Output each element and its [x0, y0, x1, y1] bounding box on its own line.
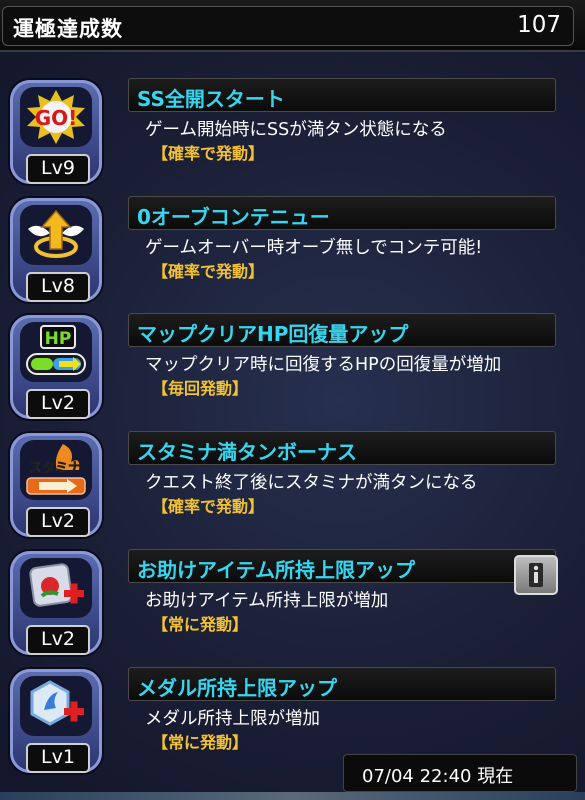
ability-trigger: 【確率で発動】	[152, 144, 265, 163]
ability-icon-frame: Lv2	[10, 551, 102, 655]
level-badge: Lv2	[26, 625, 90, 655]
ability-title-bar: スタミナ満タンボーナス	[128, 431, 556, 465]
ability-title-bar: 0オーブコンテニュー	[128, 196, 556, 230]
svg-text:HP: HP	[45, 329, 72, 349]
svg-text:GO!: GO!	[35, 106, 78, 130]
header-bar: 運極達成数 107	[0, 0, 585, 52]
go-icon: GO!	[20, 87, 92, 147]
header-box: 運極達成数 107	[2, 6, 574, 46]
ability-description: ゲームオーバー時オーブ無しでコンテ可能!	[145, 238, 483, 258]
hp-gauge-icon: HP	[20, 322, 92, 382]
ability-description: クエスト終了後にスタミナが満タンになる	[145, 473, 478, 493]
ability-item[interactable]: Lv8 0オーブコンテニュー ゲームオーバー時オーブ無しでコンテ可能! 【確率で…	[0, 196, 585, 314]
ability-item[interactable]: HP Lv2 マップクリアHP回復量アップ マップクリア時に回復するHPの回復量…	[0, 313, 585, 431]
ability-title: メダル所持上限アップ	[137, 676, 337, 700]
stamina-icon: スタミナ	[20, 440, 92, 500]
ability-trigger: 【常に発動】	[152, 615, 249, 634]
item-plus-icon	[20, 558, 92, 618]
header-count: 107	[517, 12, 561, 38]
ability-title: SS全開スタート	[137, 87, 285, 111]
header-title: 運極達成数	[13, 17, 123, 41]
winged-arrow-icon	[20, 205, 92, 265]
ability-title-bar: SS全開スタート	[128, 78, 556, 112]
ability-description: お助けアイテム所持上限が増加	[145, 591, 389, 611]
level-badge: Lv2	[26, 507, 90, 537]
level-badge: Lv1	[26, 743, 90, 773]
ability-title: スタミナ満タンボーナス	[137, 440, 357, 464]
ability-icon-frame: スタミナ Lv2	[10, 433, 102, 537]
ability-icon-frame: HP Lv2	[10, 315, 102, 419]
ability-description: マップクリア時に回復するHPの回復量が増加	[145, 355, 502, 375]
bottom-decoration	[0, 792, 585, 800]
ability-title-bar: マップクリアHP回復量アップ	[128, 313, 556, 347]
ability-trigger: 【確率で発動】	[152, 497, 265, 516]
ability-description: メダル所持上限が増加	[145, 709, 320, 729]
timestamp-box: 07/04 22:40 現在	[343, 754, 577, 792]
ability-icon-frame: Lv1	[10, 669, 102, 773]
ability-icon-frame: Lv8	[10, 198, 102, 302]
ability-trigger: 【確率で発動】	[152, 262, 265, 281]
ability-item[interactable]: スタミナ Lv2 スタミナ満タンボーナス クエスト終了後にスタミナが満タンになる…	[0, 431, 585, 549]
medal-plus-icon	[20, 676, 92, 736]
timestamp-text: 07/04 22:40 現在	[362, 766, 514, 787]
ability-item[interactable]: Lv2 お助けアイテム所持上限アップ お助けアイテム所持上限が増加 【常に発動】	[0, 549, 585, 667]
ability-title: 0オーブコンテニュー	[137, 205, 330, 229]
info-button[interactable]	[514, 555, 558, 595]
ability-description: ゲーム開始時にSSが満タン状態になる	[145, 120, 447, 140]
ability-trigger: 【毎回発動】	[152, 379, 249, 398]
level-badge: Lv9	[26, 154, 90, 184]
level-badge: Lv2	[26, 389, 90, 419]
ability-title-bar: お助けアイテム所持上限アップ	[128, 549, 556, 583]
ability-title: マップクリアHP回復量アップ	[137, 322, 409, 346]
ability-item[interactable]: GO! Lv9 SS全開スタート ゲーム開始時にSSが満タン状態になる 【確率で…	[0, 78, 585, 196]
ability-icon-frame: GO! Lv9	[10, 80, 102, 184]
ability-trigger: 【常に発動】	[152, 733, 249, 752]
ability-title-bar: メダル所持上限アップ	[128, 667, 556, 701]
svg-text:スタミナ: スタミナ	[29, 461, 81, 476]
level-badge: Lv8	[26, 272, 90, 302]
ability-title: お助けアイテム所持上限アップ	[137, 558, 415, 582]
info-icon	[529, 563, 543, 587]
